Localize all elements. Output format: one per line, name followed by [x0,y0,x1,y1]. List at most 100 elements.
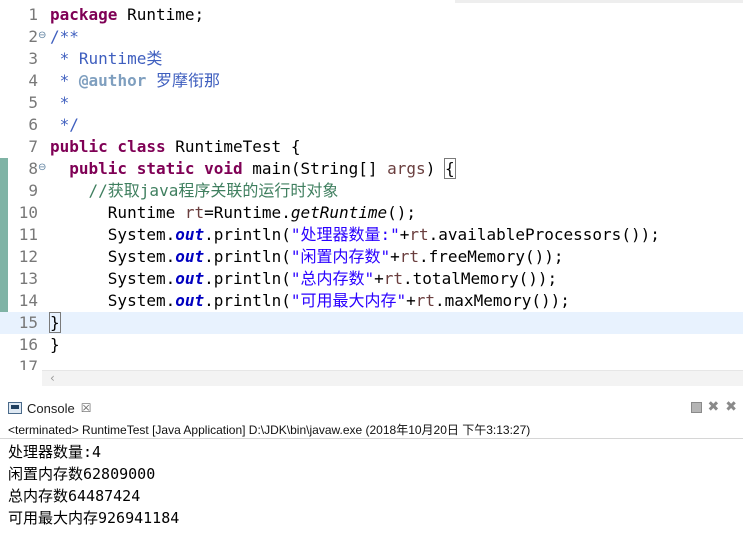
console-toolbar: ✖ ✖ [690,398,737,416]
code-line[interactable]: 9 //获取java程序关联的运行时对象 [0,180,743,202]
code-text: Runtime; [117,5,205,24]
static-field: out [175,291,205,310]
code-text: .println( [204,225,291,244]
matching-bracket: } [49,312,61,333]
code-text: =Runtime. [204,203,291,222]
code-text: .freeMemory()); [419,247,564,266]
text-cursor [59,314,61,333]
line-number: 7 [28,137,38,156]
javadoc-text: * [50,71,79,90]
code-text: .println( [204,269,291,288]
code-text: main(String[] [242,159,388,178]
code-text: .maxMemory()); [435,291,570,310]
code-text: (); [387,203,417,222]
code-text: + [390,247,400,266]
console-output-line: 闲置内存数62809000 [8,465,156,483]
code-text: + [399,225,410,244]
keyword: public class [50,137,166,156]
string-literal: "处理器数量:" [290,225,400,244]
code-line[interactable]: 12 System.out.println("闲置内存数"+rt.freeMem… [0,246,743,268]
line-number: 4 [28,71,38,90]
console-icon [8,402,22,414]
local-variable: rt [184,203,205,222]
scroll-left-icon[interactable]: ‹ [50,371,55,386]
javadoc-text: * [50,93,70,112]
static-field: out [175,225,205,244]
code-line[interactable]: 13 System.out.println("总内存数"+rt.totalMem… [0,268,743,290]
code-line[interactable]: 11 System.out.println("处理器数量:"+rt.availa… [0,224,743,246]
code-text: .println( [204,291,291,310]
line-number: 16 [18,335,38,354]
line-number: 15 [18,313,38,332]
line-number: 8 [28,159,38,178]
local-variable: rt [399,247,420,266]
keyword: package [50,5,118,24]
close-tab-icon[interactable]: ☒ [81,401,92,415]
string-literal: "可用最大内存" [290,291,407,310]
code-line[interactable]: 8 ⊖ public static void main(String[] arg… [0,158,743,180]
static-method: getRuntime [290,203,388,222]
code-text: .println( [204,247,291,266]
line-number: 1 [28,5,38,24]
code-line[interactable]: 3 * Runtime类 [0,48,743,70]
javadoc-text: 罗摩衔那 [146,71,220,90]
code-line[interactable]: 2 ⊖ /** [0,26,743,48]
console-output-line: 可用最大内存926941184 [8,509,180,527]
line-number: 12 [18,247,38,266]
line-number: 3 [28,49,38,68]
fold-toggle-icon[interactable]: ⊖ [38,30,46,42]
comment: //获取java程序关联的运行时对象 [50,181,339,200]
line-number: 17 [18,357,38,370]
keyword: public static void [69,159,243,178]
code-text: } [50,335,60,354]
code-editor[interactable]: 1 package Runtime; 2 ⊖ /** 3 * Runtime类 … [0,0,743,370]
javadoc-text: */ [50,115,79,134]
static-field: out [175,269,205,288]
console-tab[interactable]: Console ☒ [8,398,91,418]
console-output-line: 总内存数64487424 [8,487,141,505]
code-line[interactable]: 7 public class RuntimeTest { [0,136,743,158]
code-text: System. [50,225,176,244]
remove-launch-icon[interactable]: ✖ [708,398,720,416]
remove-all-terminated-icon[interactable]: ✖ [725,398,737,416]
console-view-header: Console ☒ [0,394,743,420]
code-text: ) [425,159,445,178]
horizontal-scrollbar[interactable]: ‹ [42,370,743,386]
javadoc-tag: @author [78,71,147,90]
current-code-line[interactable]: 15 } [0,312,743,334]
line-number: 13 [18,269,38,288]
javadoc-text: /** [50,27,79,46]
line-number: 14 [18,291,38,310]
code-text: + [374,269,384,288]
editor-top-edge [455,0,743,3]
code-line[interactable]: 4 * @author 罗摩衔那 [0,70,743,92]
console-output-line: 处理器数量:4 [8,443,102,461]
divider [0,438,743,439]
code-text: .totalMemory()); [403,269,558,288]
line-number: 2 [28,27,38,46]
code-line[interactable]: 10 Runtime rt=Runtime.getRuntime(); [0,202,743,224]
code-text: System. [50,291,176,310]
matching-bracket: { [443,158,456,179]
code-text: RuntimeTest { [165,137,301,156]
local-variable: rt [409,225,429,244]
code-text: Runtime [50,203,185,222]
code-line[interactable]: 1 package Runtime; [0,4,743,26]
code-line[interactable]: 14 System.out.println("可用最大内存"+rt.maxMem… [0,290,743,312]
code-line[interactable]: 6 */ [0,114,743,136]
code-text: + [406,291,416,310]
code-line[interactable]: 5 * [0,92,743,114]
static-field: out [175,247,205,266]
line-number: 9 [28,181,38,200]
console-tab-label: Console [27,400,75,416]
string-literal: "总内存数" [290,269,375,288]
line-number: 11 [18,225,38,244]
code-text: System. [50,269,176,288]
terminate-icon[interactable] [690,401,702,413]
string-literal: "闲置内存数" [290,247,391,266]
code-line[interactable]: 17 [0,356,743,370]
parameter-name: args [387,159,426,178]
code-line[interactable]: 16 } [0,334,743,356]
fold-toggle-icon[interactable]: ⊖ [38,162,46,174]
code-text: .availableProcessors()); [428,225,660,244]
